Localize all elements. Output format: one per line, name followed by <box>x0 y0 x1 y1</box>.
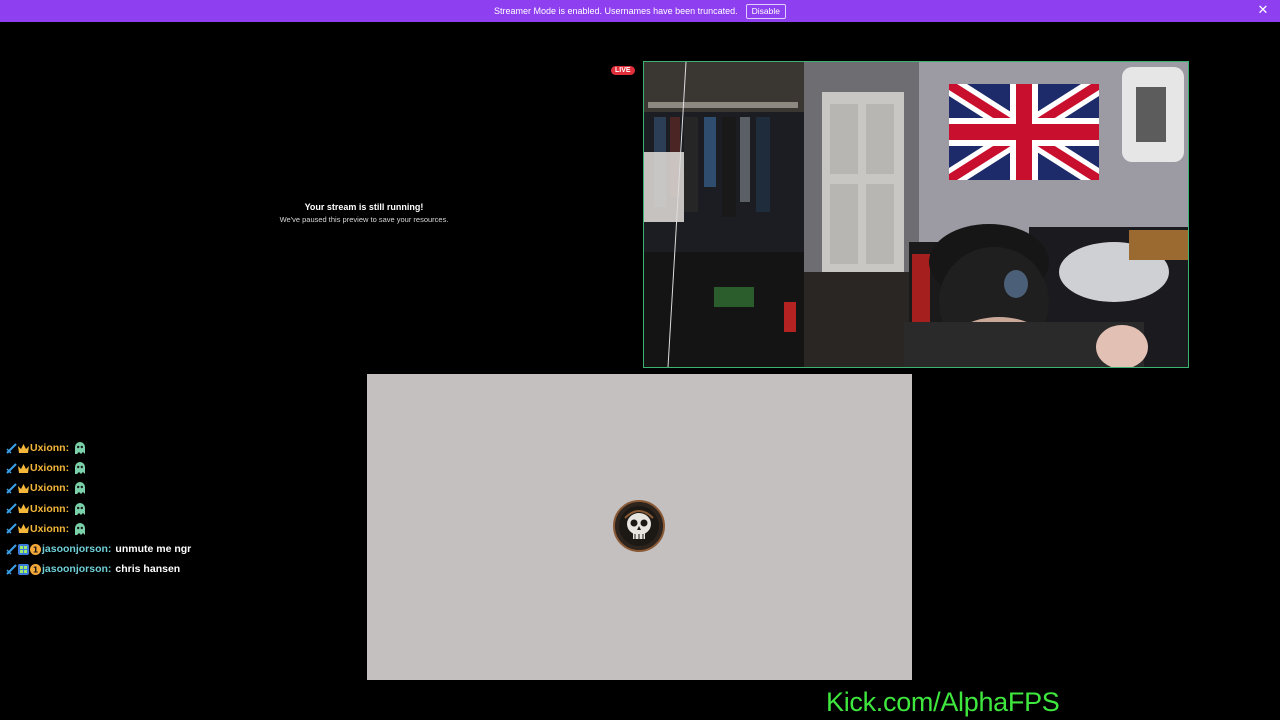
chat-username[interactable]: Uxionn: <box>30 523 69 535</box>
grid-badge-icon <box>18 563 29 575</box>
chat-username[interactable]: jasoonjorson: <box>42 563 111 575</box>
crown-icon <box>18 463 29 474</box>
ghost-emote-icon <box>74 442 86 455</box>
chat-message: Uxionn: <box>6 519 306 539</box>
channel-url-overlay: Kick.com/AlphaFPS <box>826 687 1060 717</box>
ghost-emote-icon <box>74 482 86 495</box>
chat-message: Uxionn: <box>6 478 306 498</box>
sword-icon <box>6 442 17 454</box>
sword-icon <box>6 564 17 575</box>
grid-badge-icon <box>18 543 29 555</box>
chat-text: unmute me ngr <box>115 543 192 556</box>
skull-avatar-icon <box>613 500 665 552</box>
ghost-emote-icon <box>74 462 86 475</box>
chat-username[interactable]: Uxionn: <box>30 503 69 515</box>
sword-icon <box>6 503 17 514</box>
chat-username[interactable]: jasoonjorson: <box>42 543 111 555</box>
sword-icon <box>6 463 17 474</box>
chat-username[interactable]: Uxionn: <box>30 482 69 494</box>
ghost-emote-icon <box>74 502 86 515</box>
chat-message: Uxionn: <box>6 499 306 519</box>
chat-message: Uxionn: <box>6 458 306 478</box>
chat-username[interactable]: Uxionn: <box>30 462 69 474</box>
svg-text:1: 1 <box>33 545 39 554</box>
chat-message: 1 jasoonjorson: unmute me ngr <box>6 539 306 559</box>
crown-icon <box>18 503 29 514</box>
sword-icon <box>6 523 17 535</box>
live-badge: LIVE <box>611 66 635 75</box>
sword-icon <box>6 543 17 555</box>
one-month-icon: 1 <box>30 543 41 555</box>
chat-overlay: Uxionn: Uxionn: Uxionn: Uxionn: Uxionn: … <box>6 438 306 579</box>
streamer-mode-banner: Streamer Mode is enabled. Usernames have… <box>0 0 1280 22</box>
chat-message: 1 jasoonjorson: chris hansen <box>6 559 306 579</box>
one-month-icon: 1 <box>30 563 41 575</box>
svg-text:1: 1 <box>33 565 39 574</box>
paused-preview-message: Your stream is still running! We've paus… <box>236 202 492 224</box>
paused-subtitle: We've paused this preview to save your r… <box>279 215 449 224</box>
paused-title: Your stream is still running! <box>304 202 424 212</box>
crown-icon <box>18 483 29 494</box>
crown-icon <box>18 523 29 534</box>
grey-video-panel <box>367 374 912 680</box>
sword-icon <box>6 483 17 494</box>
crown-icon <box>18 443 29 454</box>
chat-username[interactable]: Uxionn: <box>30 442 69 454</box>
webcam-feed <box>643 61 1189 368</box>
ghost-emote-icon <box>74 522 86 535</box>
banner-message: Streamer Mode is enabled. Usernames have… <box>494 6 738 16</box>
chat-text: chris hansen <box>115 563 181 576</box>
close-icon[interactable]: ✕ <box>1256 3 1270 17</box>
disable-button[interactable]: Disable <box>745 3 786 19</box>
chat-message: Uxionn: <box>6 438 306 458</box>
